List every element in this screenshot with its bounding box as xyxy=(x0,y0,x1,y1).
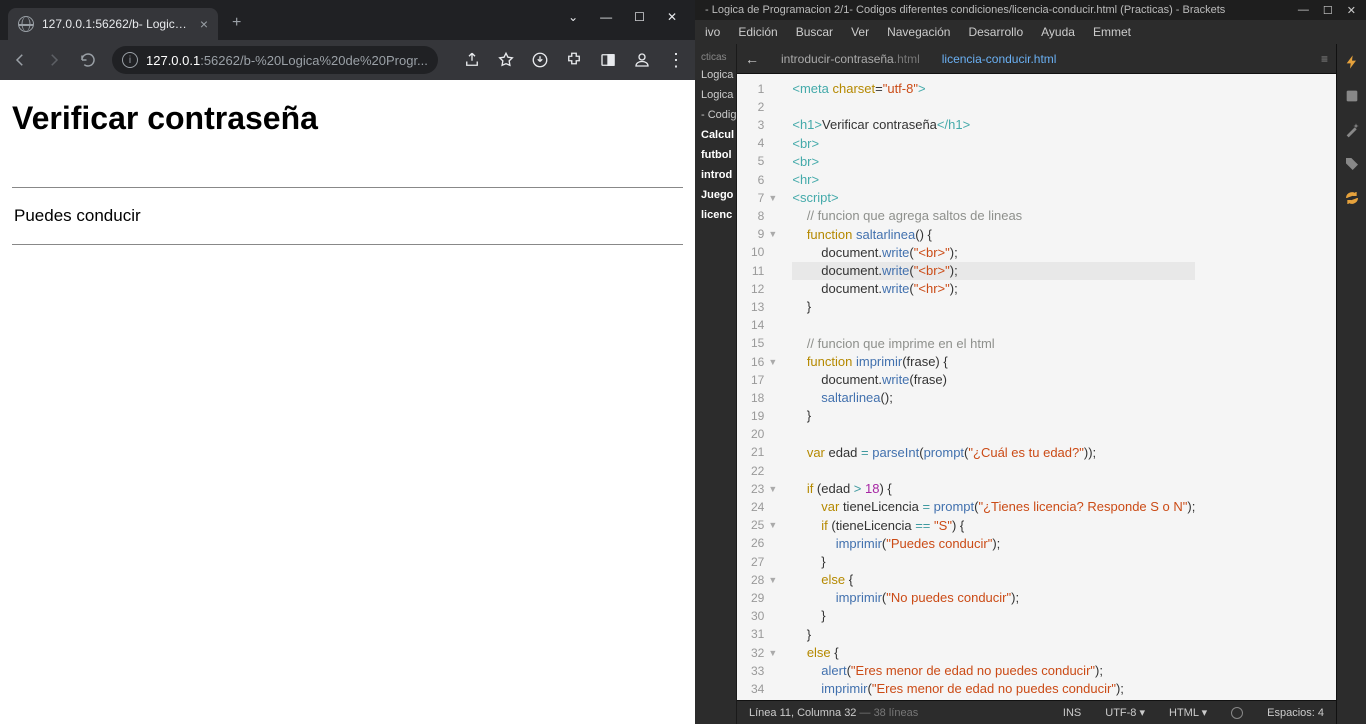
download-icon[interactable] xyxy=(531,51,549,69)
rendered-page: Verificar contraseña Puedes conducir xyxy=(0,80,695,724)
sidebar-item[interactable]: Logica xyxy=(695,85,736,105)
brackets-titlebar: - Logica de Programacion 2/1- Codigos di… xyxy=(695,0,1366,20)
sidebar-item[interactable]: futbol xyxy=(695,145,736,165)
brackets-window-controls: ― ☐ ✕ xyxy=(1298,4,1356,17)
divider xyxy=(12,244,683,245)
live-preview-icon[interactable] xyxy=(1342,52,1362,72)
chrome-window: 127.0.0.1:56262/b- Logica de Pro × + ⌄ ―… xyxy=(0,0,695,724)
tabs-menu-icon[interactable]: ≡ xyxy=(1321,52,1328,66)
sidebar-header: cticas xyxy=(695,50,736,65)
minimize-icon[interactable]: ― xyxy=(1298,4,1309,17)
menu-buscar[interactable]: Buscar xyxy=(796,25,833,39)
file-tab[interactable]: introducir-contraseña.html xyxy=(779,52,922,66)
new-tab-button[interactable]: + xyxy=(232,14,241,32)
share-icon[interactable] xyxy=(463,51,481,69)
chrome-window-controls: ⌄ ― ☐ ✕ xyxy=(550,10,695,24)
close-icon[interactable]: × xyxy=(200,16,208,32)
brackets-window: - Logica de Programacion 2/1- Codigos di… xyxy=(695,0,1366,724)
menu-bar: ivo Edición Buscar Ver Navegación Desarrollo A… xyxy=(695,20,1366,44)
sidebar-item[interactable]: - Codig xyxy=(695,105,736,125)
sidebar-item[interactable]: introd xyxy=(695,165,736,185)
chrome-tab-strip: 127.0.0.1:56262/b- Logica de Pro × + ⌄ ―… xyxy=(0,0,695,40)
file-tab[interactable]: licencia-conducir.html xyxy=(940,52,1059,66)
maximize-icon[interactable]: ☐ xyxy=(1323,4,1333,17)
gutter: 1234567▼89▼10111213141516▼17181920212223… xyxy=(737,74,782,700)
window-title: - Logica de Programacion 2/1- Codigos di… xyxy=(705,4,1225,16)
menu-ver[interactable]: Ver xyxy=(851,25,869,39)
status-bar: Línea 11, Columna 32 — 38 líneas INS UTF… xyxy=(737,700,1336,724)
browser-tab[interactable]: 127.0.0.1:56262/b- Logica de Pro × xyxy=(8,8,218,40)
code-area[interactable]: <meta charset="utf-8"> <h1>Verificar con… xyxy=(782,74,1205,700)
insert-mode[interactable]: INS xyxy=(1063,707,1081,719)
sidebar-item[interactable]: Calcul xyxy=(695,125,736,145)
reload-button[interactable] xyxy=(78,50,98,70)
close-icon[interactable]: ✕ xyxy=(1347,4,1356,17)
menu-desarrollo[interactable]: Desarrollo xyxy=(968,25,1023,39)
maximize-icon[interactable]: ☐ xyxy=(634,10,645,24)
sidebar-item[interactable]: licenc xyxy=(695,205,736,225)
chevron-down-icon[interactable]: ⌄ xyxy=(568,10,578,24)
panel-icon[interactable] xyxy=(599,51,617,69)
code-editor[interactable]: 1234567▼89▼10111213141516▼17181920212223… xyxy=(737,74,1336,700)
menu-emmet[interactable]: Emmet xyxy=(1093,25,1131,39)
extension-rail xyxy=(1336,44,1366,724)
address-bar: i 127.0.0.1:56262/b-%20Logica%20de%20Pro… xyxy=(0,40,695,80)
minimize-icon[interactable]: ― xyxy=(600,10,612,24)
url-text: 127.0.0.1:56262/b-%20Logica%20de%20Progr… xyxy=(146,53,428,68)
menu-navegación[interactable]: Navegación xyxy=(887,25,950,39)
indent-selector[interactable]: Espacios: 4 xyxy=(1267,707,1324,719)
url-input[interactable]: i 127.0.0.1:56262/b-%20Logica%20de%20Pro… xyxy=(112,46,438,74)
extensions-icon[interactable] xyxy=(565,51,583,69)
menu-ayuda[interactable]: Ayuda xyxy=(1041,25,1075,39)
page-output: Puedes conducir xyxy=(14,206,683,226)
language-selector[interactable]: HTML ▾ xyxy=(1169,706,1207,719)
refresh-icon[interactable] xyxy=(1342,188,1362,208)
encoding-selector[interactable]: UTF-8 ▾ xyxy=(1105,706,1145,719)
editor-tabs: ← introducir-contraseña.html licencia-con… xyxy=(737,44,1336,74)
close-icon[interactable]: ✕ xyxy=(667,10,677,24)
tabs-back-icon[interactable]: ← xyxy=(745,51,759,67)
page-heading: Verificar contraseña xyxy=(12,100,683,137)
sidebar-item[interactable]: Juego xyxy=(695,185,736,205)
globe-icon xyxy=(18,16,34,32)
profile-icon[interactable] xyxy=(633,51,651,69)
lint-status-icon[interactable] xyxy=(1231,707,1243,719)
tab-title: 127.0.0.1:56262/b- Logica de Pro xyxy=(42,17,192,31)
project-sidebar: cticas LogicaLogica- CodigCalculfutbolin… xyxy=(695,44,737,724)
site-info-icon[interactable]: i xyxy=(122,52,138,68)
tag-icon[interactable] xyxy=(1342,154,1362,174)
forward-button[interactable] xyxy=(44,50,64,70)
cursor-position: Línea 11, Columna 32 — 38 líneas xyxy=(749,707,918,719)
star-icon[interactable] xyxy=(497,51,515,69)
magic-wand-icon[interactable] xyxy=(1342,120,1362,140)
divider xyxy=(12,187,683,188)
menu-ivo[interactable]: ivo xyxy=(705,25,720,39)
menu-edición[interactable]: Edición xyxy=(738,25,777,39)
back-button[interactable] xyxy=(10,50,30,70)
extension-manager-icon[interactable] xyxy=(1342,86,1362,106)
sidebar-item[interactable]: Logica xyxy=(695,65,736,85)
menu-icon[interactable]: ⋮ xyxy=(667,51,685,69)
